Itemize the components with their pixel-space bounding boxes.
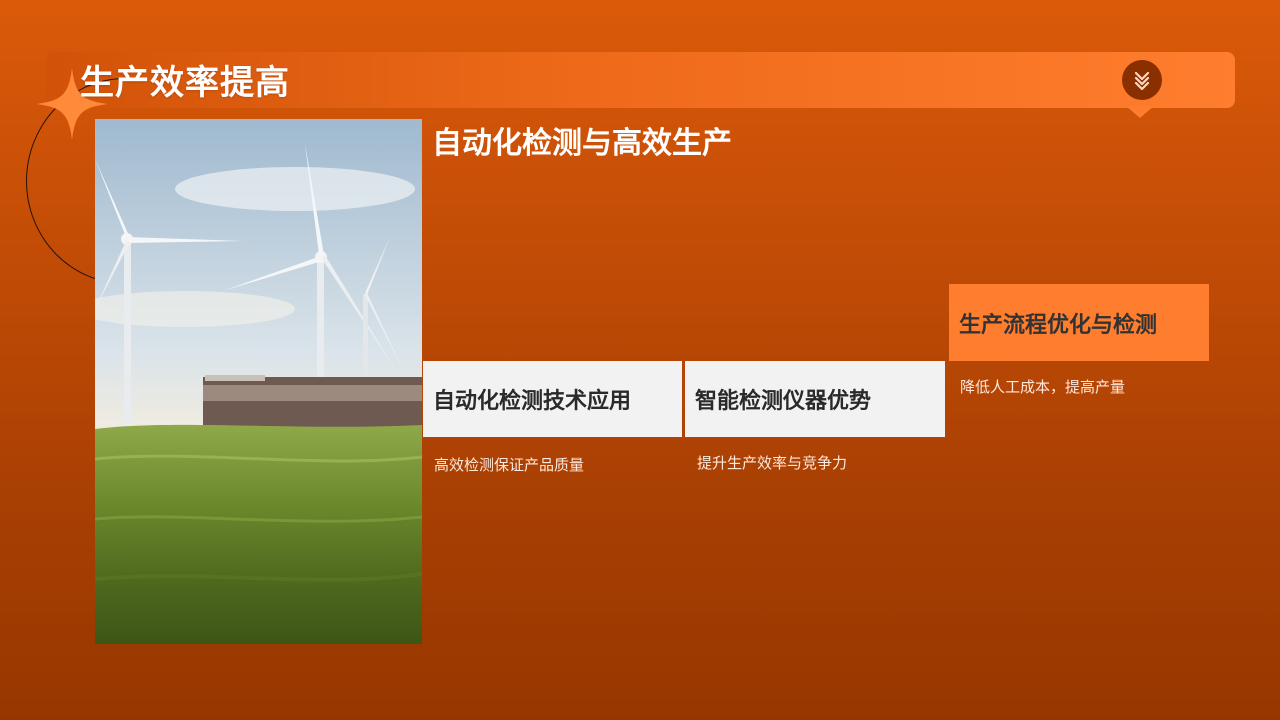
card-description: 高效检测保证产品质量 [434, 456, 585, 474]
card-description: 降低人工成本，提高产量 [960, 378, 1126, 396]
card-smart-instruments: 智能检测仪器优势 [685, 361, 945, 437]
page-title: 生产效率提高 [80, 63, 290, 103]
card-label: 自动化检测技术应用 [433, 389, 632, 414]
wind-turbine-photo [95, 119, 422, 644]
title-bar-notch [1126, 106, 1154, 118]
chevrons-down-icon [1134, 71, 1150, 91]
card-automated-inspection: 自动化检测技术应用 [423, 361, 682, 437]
card-description: 提升生产效率与竞争力 [697, 454, 848, 472]
card-process-optimization: 生产流程优化与检测 [949, 284, 1209, 361]
scroll-down-button[interactable] [1122, 60, 1162, 100]
card-label: 生产流程优化与检测 [959, 312, 1158, 338]
card-label: 智能检测仪器优势 [695, 389, 872, 414]
section-title: 自动化检测与高效生产 [432, 126, 732, 161]
